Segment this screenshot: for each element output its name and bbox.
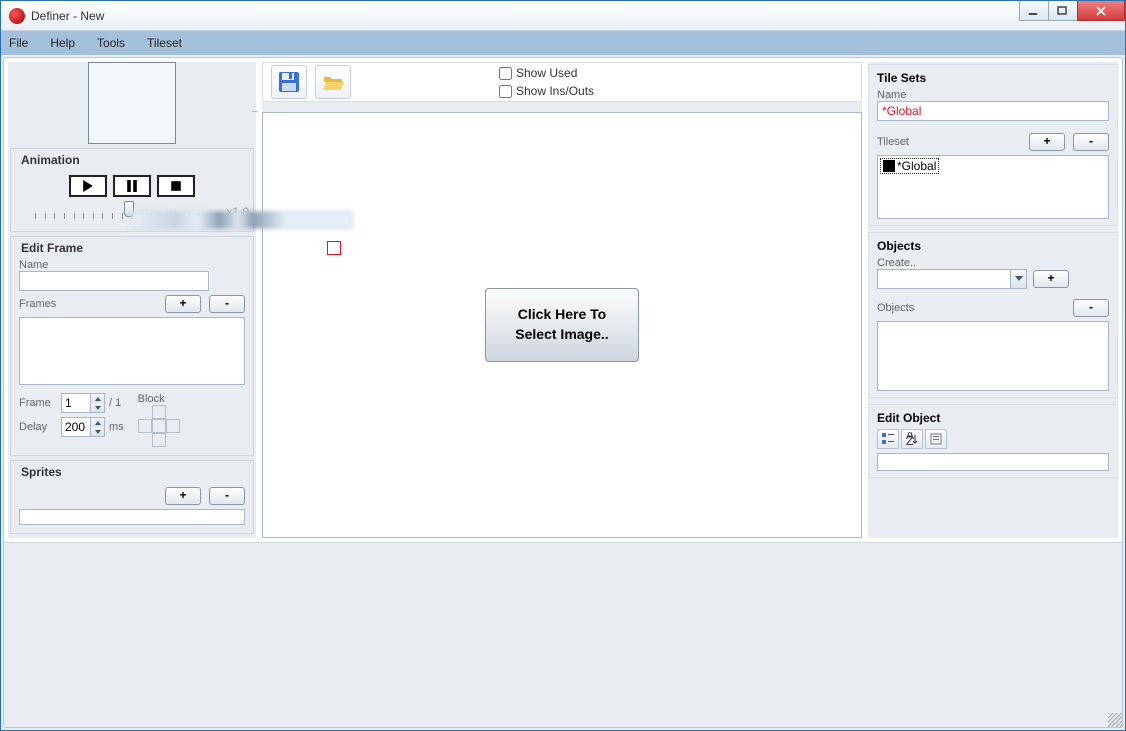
preview-box[interactable] (88, 62, 176, 144)
editframe-group: Edit Frame Name Frames + - Frame (10, 236, 254, 456)
frame-label: Frame (19, 397, 57, 409)
editobject-section: Edit Object AZ (868, 404, 1118, 478)
chevron-down-icon (1010, 270, 1026, 288)
delay-unit: ms (109, 421, 124, 433)
down-arrow-icon[interactable] (91, 403, 104, 412)
tileset-item[interactable]: *Global (880, 158, 939, 174)
show-used-checkbox[interactable]: Show Used (499, 66, 594, 80)
center-toolbar: Show Used Show Ins/Outs (262, 62, 862, 102)
stop-button[interactable] (157, 175, 195, 197)
left-panel: Animation x1.0 Edit Frame Name (8, 62, 256, 538)
ts-remove-button[interactable]: - (1073, 133, 1109, 151)
delay-value[interactable] (62, 418, 90, 436)
tilesets-section: Tile Sets Name Tileset + - *Global (868, 64, 1118, 226)
blurred-overlay (131, 211, 353, 229)
minimize-button[interactable] (1019, 1, 1049, 21)
svg-text:Z: Z (906, 434, 913, 446)
objects-list[interactable] (877, 321, 1109, 391)
block-label: Block (138, 393, 180, 405)
close-button[interactable] (1077, 1, 1125, 21)
open-button[interactable] (315, 65, 351, 99)
objects-label: Objects (877, 302, 914, 314)
sprites-title: Sprites (19, 465, 64, 479)
ts-add-button[interactable]: + (1029, 133, 1065, 151)
animation-title: Animation (19, 153, 82, 167)
folder-open-icon (321, 70, 345, 94)
select-image-button[interactable]: Click Here To Select Image.. (485, 288, 639, 362)
delay-spinner[interactable] (61, 417, 105, 437)
app-window: Definer - New File Help Tools Tileset An… (0, 0, 1126, 731)
sort-az-button[interactable]: AZ (901, 429, 923, 449)
footer-area (4, 542, 1122, 727)
categorized-view-button[interactable] (877, 429, 899, 449)
frames-add-button[interactable]: + (165, 295, 201, 313)
ts-name-label: Name (877, 89, 1109, 101)
selection-marker[interactable] (327, 241, 341, 255)
list-icon (881, 432, 895, 446)
canvas[interactable]: Click Here To Select Image.. (262, 112, 862, 538)
frame-name-input[interactable] (19, 271, 209, 291)
save-button[interactable] (271, 65, 307, 99)
right-panel: Tile Sets Name Tileset + - *Global Objec… (868, 62, 1118, 538)
frames-remove-button[interactable]: - (209, 295, 245, 313)
frame-value[interactable] (62, 394, 90, 412)
ruler-marker: – (252, 106, 258, 117)
frame-spinner[interactable] (61, 393, 105, 413)
floppy-icon (277, 70, 301, 94)
tileset-list[interactable]: *Global (877, 155, 1109, 219)
up-arrow-icon[interactable] (91, 394, 104, 403)
maximize-button[interactable] (1048, 1, 1078, 21)
sprites-list[interactable] (19, 509, 245, 525)
editobject-title: Edit Object (877, 411, 1109, 425)
create-add-button[interactable]: + (1033, 270, 1069, 288)
sort-az-icon: AZ (905, 432, 919, 446)
property-page-button[interactable] (925, 429, 947, 449)
create-label: Create.. (877, 257, 1109, 269)
resize-grip[interactable] (1108, 713, 1122, 727)
frame-total: / 1 (109, 397, 121, 409)
ts-tileset-label: Tileset (877, 136, 909, 148)
objects-title: Objects (877, 239, 1109, 253)
play-button[interactable] (69, 175, 107, 197)
sprites-add-button[interactable]: + (165, 487, 201, 505)
sprites-remove-button[interactable]: - (209, 487, 245, 505)
swatch-icon (883, 160, 895, 172)
objects-section: Objects Create.. + Objects - (868, 232, 1118, 398)
pause-button[interactable] (113, 175, 151, 197)
client-area: Animation x1.0 Edit Frame Name (3, 57, 1123, 728)
create-dropdown[interactable] (877, 269, 1027, 289)
menu-tileset[interactable]: Tileset (147, 36, 182, 50)
menu-file[interactable]: File (9, 36, 28, 50)
sprites-group: Sprites + - (10, 460, 254, 534)
name-label: Name (19, 259, 245, 271)
block-grid[interactable] (138, 405, 180, 447)
frames-label: Frames (19, 298, 56, 310)
show-insouts-checkbox[interactable]: Show Ins/Outs (499, 84, 594, 98)
editframe-title: Edit Frame (19, 241, 85, 255)
window-title: Definer - New (31, 9, 104, 23)
up-arrow-icon[interactable] (91, 418, 104, 427)
center-panel: Show Used Show Ins/Outs – Click Here To … (262, 62, 862, 538)
menu-tools[interactable]: Tools (97, 36, 125, 50)
objects-remove-button[interactable]: - (1073, 299, 1109, 317)
menubar: File Help Tools Tileset (1, 31, 1125, 55)
editobject-property-area[interactable] (877, 453, 1109, 471)
down-arrow-icon[interactable] (91, 427, 104, 436)
menu-help[interactable]: Help (50, 36, 75, 50)
app-icon (9, 8, 25, 24)
page-icon (929, 432, 943, 446)
titlebar[interactable]: Definer - New (1, 1, 1125, 31)
tilesets-title: Tile Sets (877, 71, 1109, 85)
ts-name-input[interactable] (877, 101, 1109, 121)
frames-list[interactable] (19, 317, 245, 385)
delay-label: Delay (19, 421, 57, 433)
